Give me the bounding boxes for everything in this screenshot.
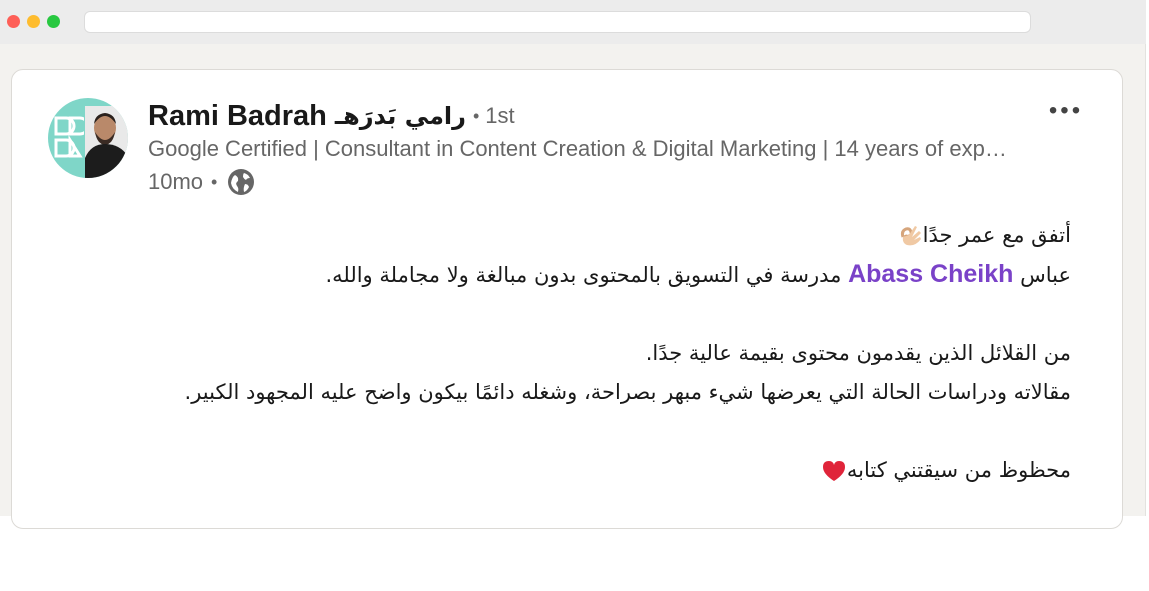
- post-line-1: أتفق مع عمر جدًا: [111, 216, 1071, 255]
- post-line-5: محظوظ من سيقتني كتابه: [111, 451, 1071, 490]
- ok-hand-emoji: [900, 226, 921, 246]
- post-line-2: عباس Abass Cheikh مدرسة في التسويق بالمح…: [325, 260, 1071, 288]
- brand-mark-icon: [54, 116, 84, 158]
- browser-titlebar: [0, 0, 1146, 44]
- post-time: 10mo: [148, 169, 204, 194]
- separator-dot: •: [472, 105, 480, 126]
- close-window-button[interactable]: [7, 15, 20, 28]
- post-meta: 10mo •: [148, 168, 255, 196]
- red-heart-emoji: [822, 461, 845, 481]
- post-line-3: من القلائل الذين يقدمون محتوى بقيمة عالي…: [645, 341, 1071, 365]
- minimize-window-button[interactable]: [27, 15, 40, 28]
- author-headline: Google Certified | Consultant in Content…: [148, 136, 1008, 161]
- author-line: Rami Badrah رامي بَدرَهـ • 1st: [148, 98, 515, 134]
- post-body: أتفق مع عمر جدًا عباس Abass Cheikh مدرسة…: [111, 216, 1071, 490]
- avatar[interactable]: [48, 98, 128, 178]
- zoom-window-button[interactable]: [47, 15, 60, 28]
- ellipsis-icon: •••: [1048, 97, 1084, 124]
- mention-link[interactable]: Abass Cheikh: [848, 260, 1013, 288]
- separator-dot: •: [211, 171, 218, 192]
- connection-degree: 1st: [485, 103, 515, 128]
- post-line-4: مقالاته ودراسات الحالة التي يعرضها شيء م…: [184, 380, 1071, 404]
- author-name-arabic[interactable]: رامي بَدرَهـ: [335, 102, 466, 130]
- profile-photo: [85, 106, 128, 178]
- browser-window: Rami Badrah رامي بَدرَهـ • 1st Google Ce…: [0, 0, 1146, 529]
- globe-icon: [228, 169, 255, 195]
- address-bar[interactable]: [84, 11, 1031, 33]
- author-name[interactable]: Rami Badrah: [148, 100, 327, 133]
- more-options-button[interactable]: •••: [1046, 96, 1086, 126]
